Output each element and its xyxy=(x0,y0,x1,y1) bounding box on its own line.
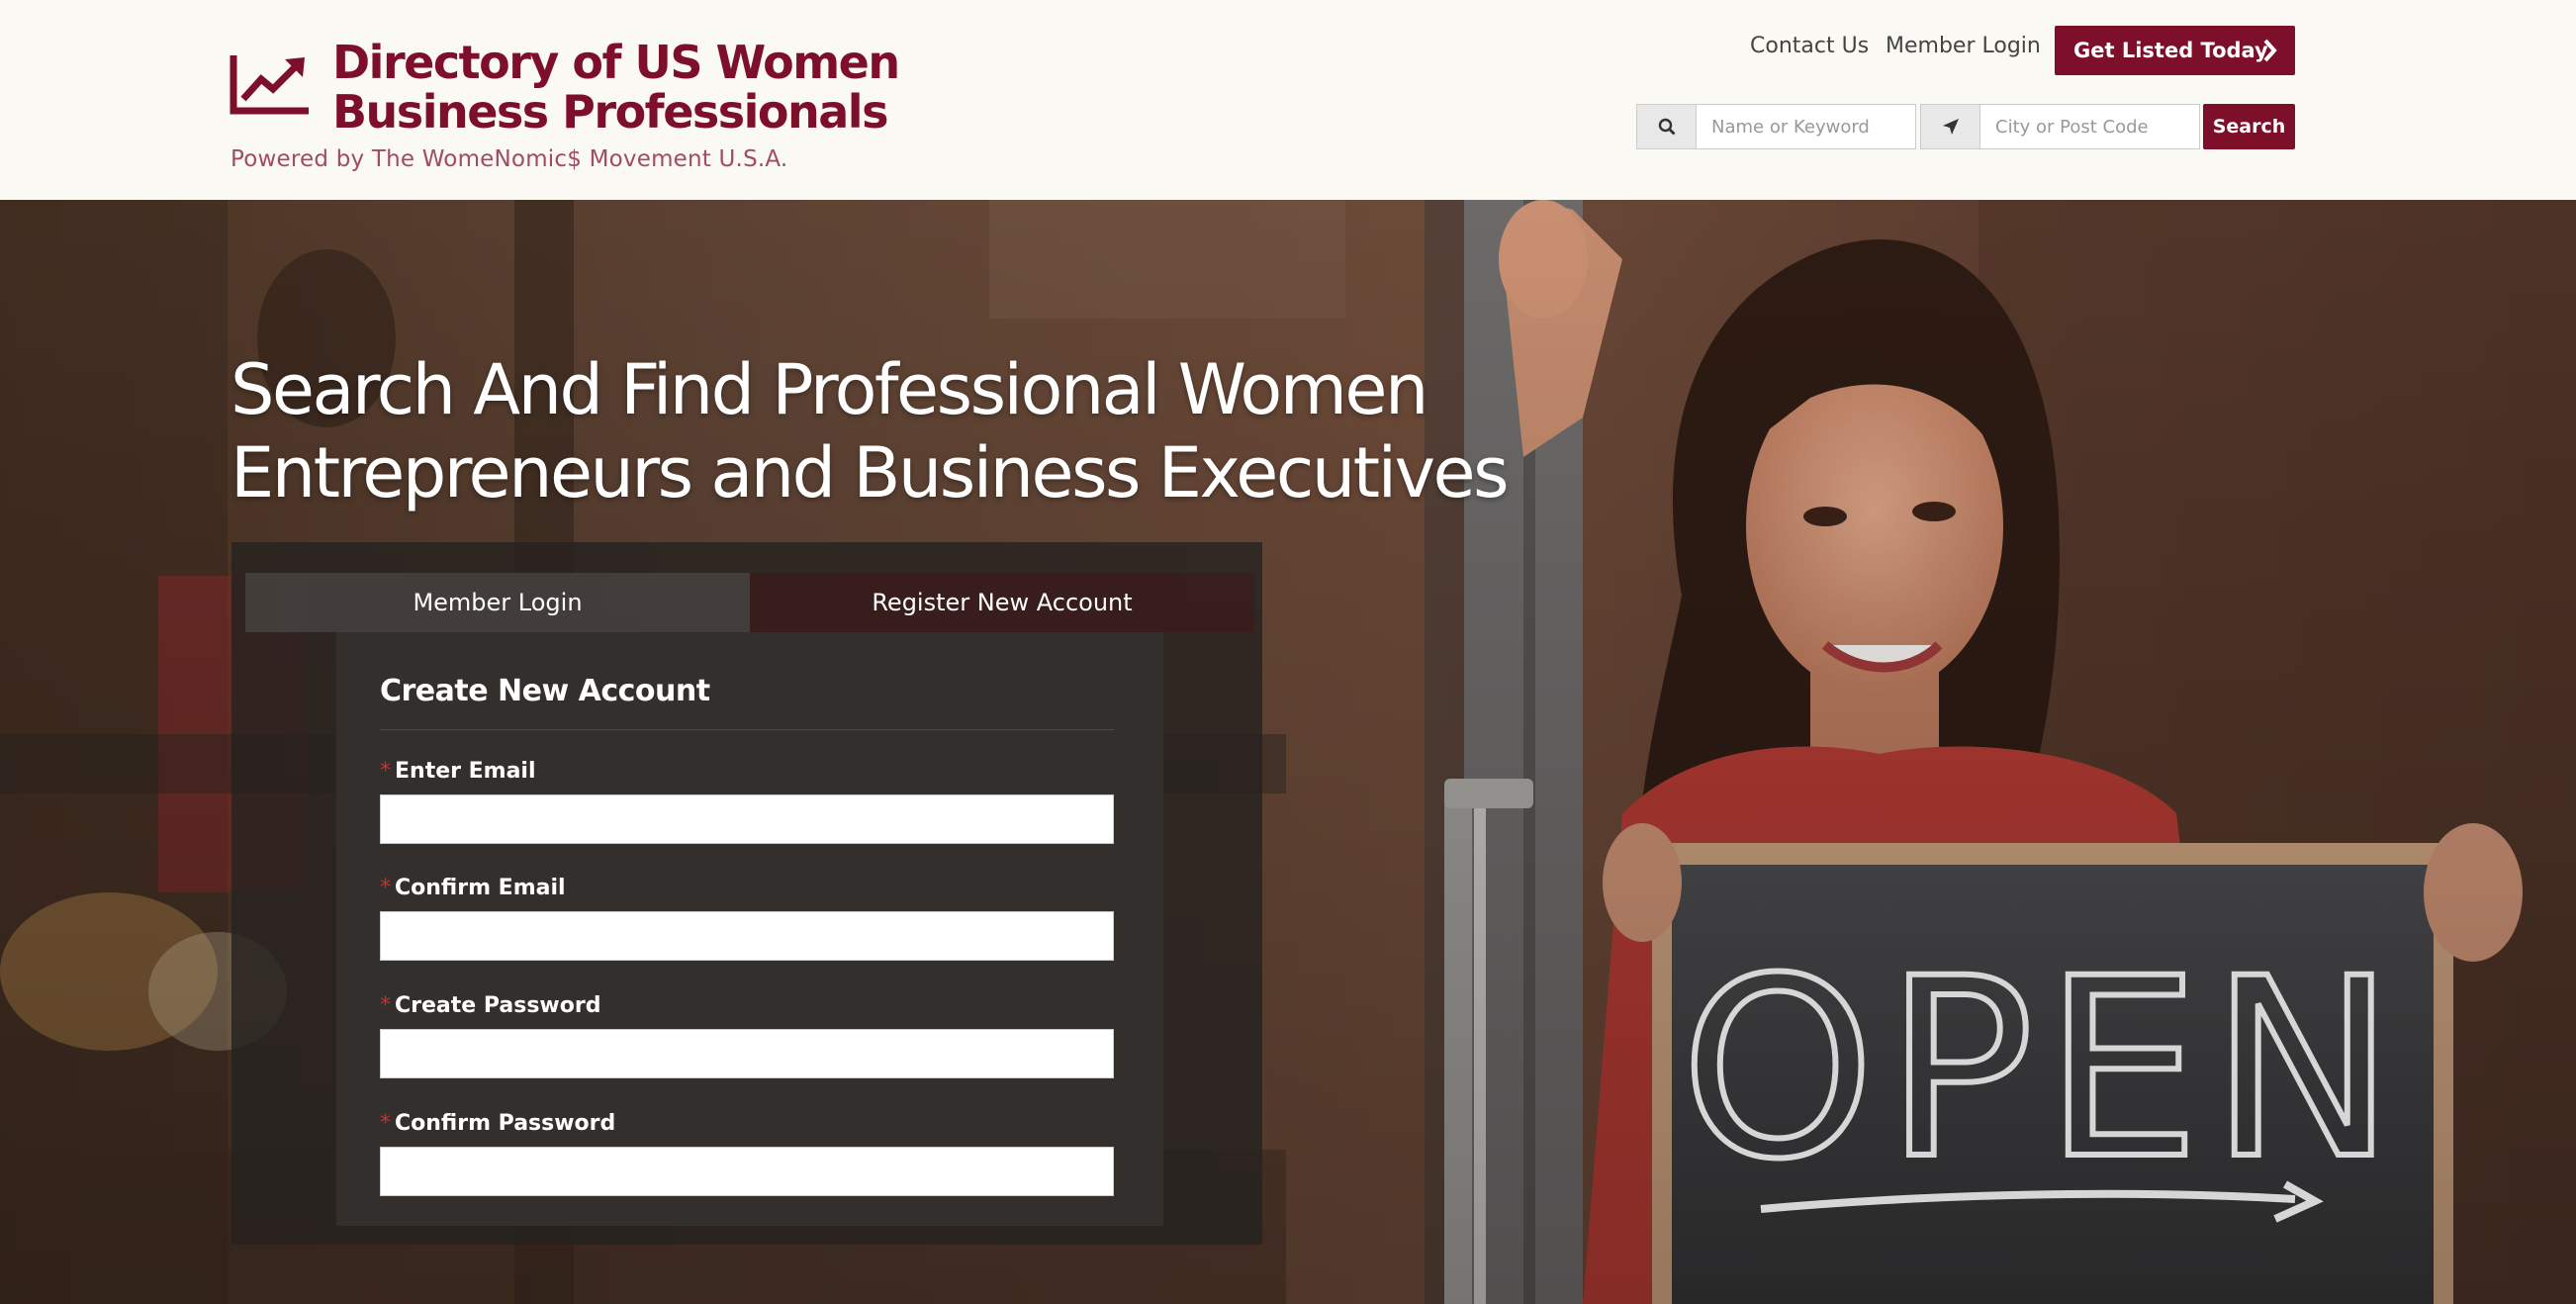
create-account-form: Create New Account * Enter Email * Confirm… xyxy=(336,632,1163,1226)
trending-up-icon[interactable] xyxy=(230,51,313,117)
hero-title: Search And Find Professional Women Entre… xyxy=(230,349,1510,513)
confirm-email-label: * Confirm Email xyxy=(380,876,566,900)
create-password-field[interactable] xyxy=(380,1029,1114,1078)
site-title[interactable]: Directory of US Women Business Professio… xyxy=(332,38,1084,137)
contact-us-link[interactable]: Contact Us xyxy=(1750,34,1869,58)
site-tagline: Powered by The WomeNomic$ Movement U.S.A… xyxy=(230,146,788,172)
get-listed-label: Get Listed Today xyxy=(2073,39,2268,62)
required-marker: * xyxy=(380,993,391,1018)
hero-section: OPEN Search And Find Professional Women … xyxy=(0,200,2576,1304)
enter-email-label: * Enter Email xyxy=(380,759,536,784)
search-button[interactable]: Search xyxy=(2203,104,2295,149)
search-icon xyxy=(1636,104,1697,149)
required-marker: * xyxy=(380,759,391,784)
location-arrow-icon xyxy=(1920,104,1980,149)
site-header: Directory of US Women Business Professio… xyxy=(0,0,2576,200)
keyword-search-input[interactable] xyxy=(1697,104,1916,149)
chevron-right-icon xyxy=(2263,39,2277,62)
confirm-password-field[interactable] xyxy=(380,1147,1114,1196)
member-login-link[interactable]: Member Login xyxy=(1886,34,2041,58)
tab-member-login[interactable]: Member Login xyxy=(245,573,750,632)
get-listed-button[interactable]: Get Listed Today xyxy=(2055,26,2295,75)
required-marker: * xyxy=(380,1111,391,1136)
required-marker: * xyxy=(380,876,391,900)
confirm-password-label: * Confirm Password xyxy=(380,1111,616,1136)
form-heading: Create New Account xyxy=(380,674,710,708)
auth-panel: Member Login Register New Account Create… xyxy=(231,542,1262,1245)
confirm-email-field[interactable] xyxy=(380,911,1114,961)
tab-register-new-account[interactable]: Register New Account xyxy=(750,573,1254,632)
open-sign-text: OPEN xyxy=(1681,925,2406,1213)
location-search-input[interactable] xyxy=(1980,104,2200,149)
enter-email-field[interactable] xyxy=(380,794,1114,844)
create-password-label: * Create Password xyxy=(380,993,601,1018)
form-divider xyxy=(380,729,1114,730)
